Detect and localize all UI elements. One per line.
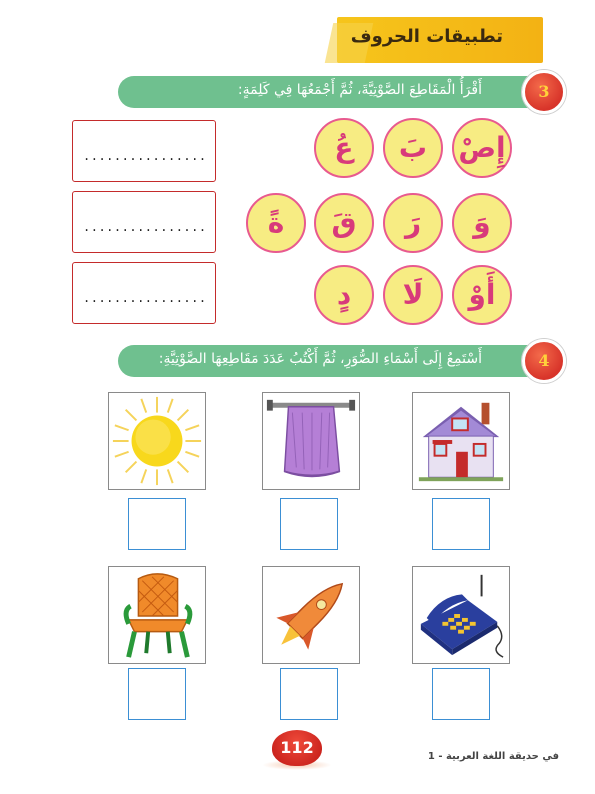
picture-towel: [262, 392, 360, 490]
picture-house: [412, 392, 510, 490]
section-3-instruction: أَقْرَأُ الْمَقَاطِعَ الصَّوْتِيَّةَ، ثُ…: [237, 82, 482, 98]
picture-chair: [108, 566, 206, 664]
book-title: في حديقة اللغة العربية - 1: [427, 751, 559, 762]
syllable-circle: ةً: [246, 193, 306, 253]
syllable-circle: أَوْ: [452, 265, 512, 325]
sun-icon: [112, 396, 202, 486]
syllable-count-box-chair[interactable]: [128, 668, 186, 720]
answer-dots: .........................: [83, 291, 205, 305]
syllable-count-box-telephone[interactable]: [432, 668, 490, 720]
answer-dots: .........................: [83, 220, 205, 234]
chapter-banner: تطبيقات الحروف: [337, 17, 543, 63]
answer-box-1[interactable]: .........................: [72, 120, 216, 182]
section-3-number: 3: [522, 70, 566, 114]
syllable-circle: رَ: [383, 193, 443, 253]
syllable-circle: عُ: [314, 118, 374, 178]
section-4-bar: أَسْتَمِعُ إِلَى أَسْمَاءِ الصُّوَرِ، ثُ…: [118, 345, 538, 377]
answer-dots: .........................: [83, 149, 205, 163]
syllable-count-box-rocket[interactable]: [280, 668, 338, 720]
towel-icon: [266, 399, 356, 478]
syllable-circle: إِصْ: [452, 118, 512, 178]
page-number: 112: [272, 730, 322, 766]
picture-sun: [108, 392, 206, 490]
syllable-circle: قَ: [314, 193, 374, 253]
picture-telephone: [412, 566, 510, 664]
syllable-circle: بَ: [383, 118, 443, 178]
section-4-instruction: أَسْتَمِعُ إِلَى أَسْمَاءِ الصُّوَرِ، ثُ…: [158, 351, 482, 367]
rocket-icon: [276, 582, 344, 650]
answer-box-2[interactable]: .........................: [72, 191, 216, 253]
syllable-circle: لَا: [383, 265, 443, 325]
answer-box-3[interactable]: .........................: [72, 262, 216, 324]
telephone-icon: [420, 574, 504, 658]
picture-rocket: [262, 566, 360, 664]
chair-icon: [123, 573, 193, 658]
chapter-title: تطبيقات الحروف: [350, 26, 503, 47]
syllable-count-box-house[interactable]: [432, 498, 490, 550]
section-4-number: 4: [522, 339, 566, 383]
section-3-bar: أَقْرَأُ الْمَقَاطِعَ الصَّوْتِيَّةَ، ثُ…: [118, 76, 538, 108]
syllable-circle: وَ: [452, 193, 512, 253]
syllable-count-box-sun[interactable]: [128, 498, 186, 550]
syllable-circle: دٍ: [314, 265, 374, 325]
house-icon: [418, 402, 504, 482]
syllable-count-box-towel[interactable]: [280, 498, 338, 550]
